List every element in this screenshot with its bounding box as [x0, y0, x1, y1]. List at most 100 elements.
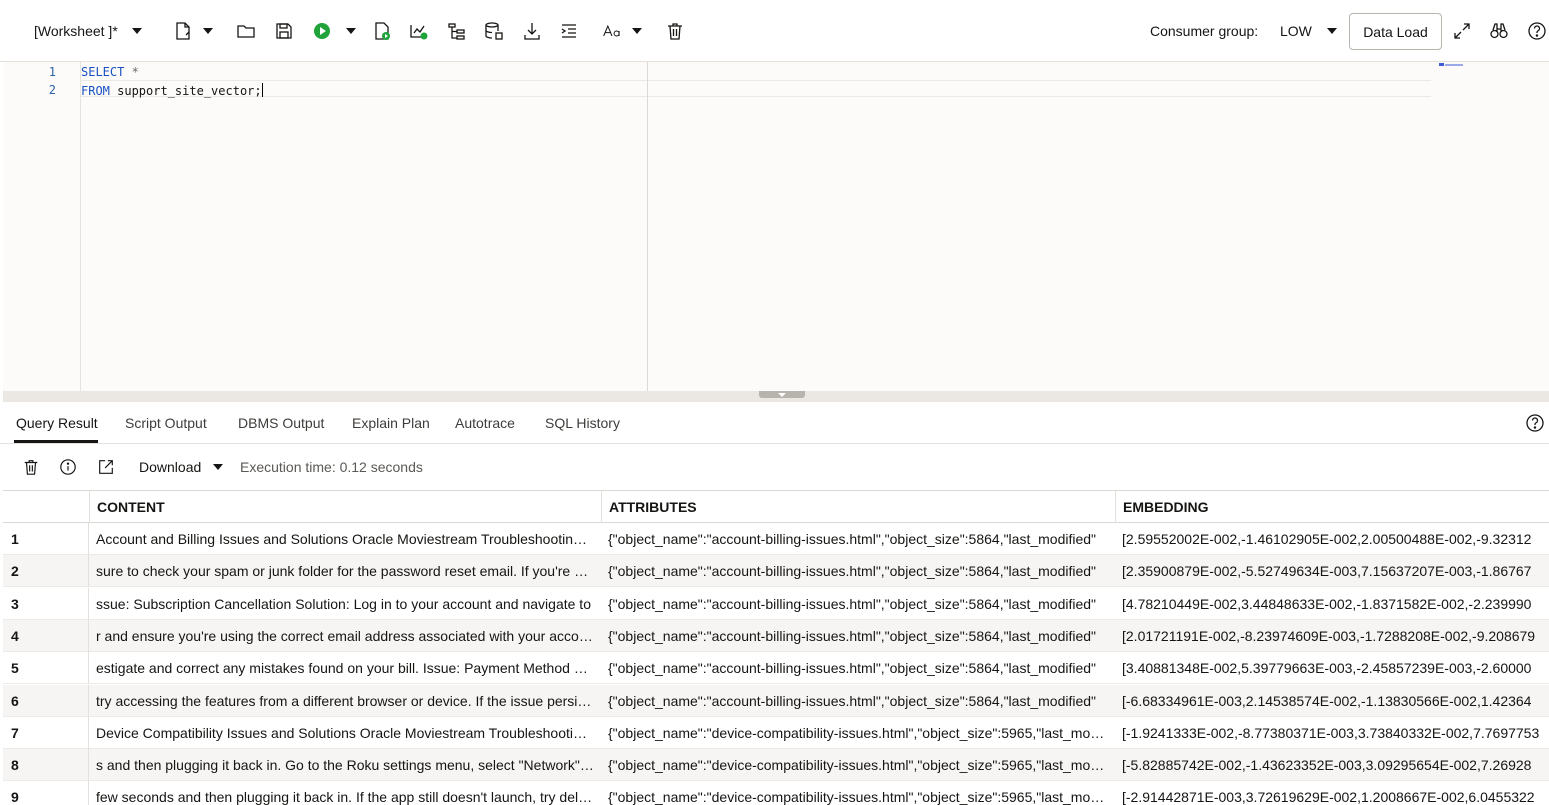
binoculars-icon[interactable] — [1488, 20, 1510, 42]
row-number-cell[interactable]: 3 — [3, 587, 89, 620]
pane-splitter[interactable] — [3, 391, 1549, 402]
table-row[interactable]: 2 sure to check your spam or junk folder … — [3, 555, 1549, 588]
row-number-cell-text: 8 — [11, 757, 19, 774]
row-number-cell[interactable]: 6 — [3, 684, 89, 717]
content-cell-text: sure to check your spam or junk folder f… — [96, 563, 594, 580]
chevron-down-icon[interactable] — [632, 28, 642, 34]
row-number-cell[interactable]: 4 — [3, 619, 89, 652]
content-cell[interactable]: estigate and correct any mistakes found … — [89, 652, 601, 684]
tab-explain-plan[interactable]: Explain Plan — [352, 402, 430, 444]
embedding-cell-text: [2.01721191E-002,-8.23974609E-003,-1.728… — [1122, 627, 1536, 644]
attributes-cell[interactable]: {"object_name":"device-compatibility-iss… — [601, 717, 1115, 749]
run-script-icon[interactable] — [371, 20, 393, 42]
table-row[interactable]: 7 Device Compatibility Issues and Solutio… — [3, 716, 1549, 749]
row-number-cell-text: 1 — [11, 531, 19, 547]
tab-dbms-output[interactable]: DBMS Output — [238, 402, 324, 444]
content-cell[interactable]: s and then plugging it back in. Go to th… — [89, 749, 601, 781]
content-cell-text: try accessing the features from a differ… — [96, 692, 594, 709]
splitter-handle[interactable] — [759, 391, 805, 398]
column-header-attributes[interactable]: ATTRIBUTES — [601, 491, 1116, 523]
sql-editor[interactable]: 1 2 SELECT * FROM support_site_vector; — [3, 62, 1549, 392]
help-icon[interactable] — [1526, 20, 1548, 42]
row-number-cell[interactable]: 2 — [3, 555, 89, 588]
attributes-cell-text: {"object_name":"account-billing-issues.h… — [608, 531, 1097, 547]
embedding-cell[interactable]: [-2.91442871E-003,3.72619629E-002,1.2008… — [1115, 781, 1549, 805]
tab-script-output[interactable]: Script Output — [125, 402, 207, 444]
expand-icon[interactable] — [1451, 20, 1473, 42]
worksheet-toolbar: [Worksheet ]* Consumer group: LOW Data L… — [0, 0, 1549, 62]
minimap[interactable] — [1439, 63, 1465, 67]
trash-icon[interactable] — [21, 457, 41, 477]
row-number-cell[interactable]: 9 — [3, 781, 89, 805]
attributes-cell[interactable]: {"object_name":"account-billing-issues.h… — [601, 685, 1115, 717]
table-row[interactable]: 4 r and ensure you're using the correct e… — [3, 619, 1549, 652]
content-cell[interactable]: Device Compatibility Issues and Solution… — [89, 717, 601, 749]
chevron-down-icon[interactable] — [1326, 28, 1337, 34]
folder-open-icon[interactable] — [235, 20, 257, 42]
sql-keyword: FROM — [81, 84, 110, 98]
attributes-cell[interactable]: {"object_name":"account-billing-issues.h… — [601, 588, 1115, 620]
content-cell[interactable]: r and ensure you're using the correct em… — [89, 620, 601, 652]
help-icon[interactable] — [1524, 412, 1546, 434]
embedding-cell[interactable]: [-5.82885742E-002,-1.43623352E-003,3.092… — [1115, 749, 1549, 781]
run-statement-icon[interactable] — [311, 20, 333, 42]
tab-sql-history[interactable]: SQL History — [545, 402, 620, 444]
content-cell-text: few seconds and then plugging it back in… — [96, 789, 594, 805]
open-external-icon[interactable] — [96, 457, 116, 477]
consumer-group-select[interactable]: LOW — [1280, 0, 1337, 62]
table-row[interactable]: 9 few seconds and then plugging it back i… — [3, 781, 1549, 805]
text-case-icon[interactable] — [600, 20, 624, 42]
download-dropdown[interactable]: Download — [139, 444, 224, 490]
attributes-cell[interactable]: {"object_name":"device-compatibility-iss… — [601, 781, 1115, 805]
chevron-down-icon[interactable] — [203, 28, 213, 34]
tab-query-result[interactable]: Query Result — [16, 402, 98, 444]
database-icon[interactable] — [483, 20, 505, 42]
attributes-cell[interactable]: {"object_name":"account-billing-issues.h… — [601, 652, 1115, 684]
chevron-down-icon[interactable] — [131, 28, 142, 34]
table-row[interactable]: 8 s and then plugging it back in. Go to t… — [3, 749, 1549, 782]
content-cell-text: r and ensure you're using the correct em… — [96, 627, 594, 644]
save-icon[interactable] — [273, 20, 295, 42]
embedding-cell[interactable]: [3.40881348E-002,5.39779663E-003,-2.4585… — [1115, 652, 1549, 684]
embedding-cell[interactable]: [-6.68334961E-003,2.14538574E-002,-1.138… — [1115, 685, 1549, 717]
download-icon[interactable] — [521, 20, 543, 42]
attributes-cell[interactable]: {"object_name":"account-billing-issues.h… — [601, 620, 1115, 652]
table-row[interactable]: 5 estigate and correct any mistakes found… — [3, 652, 1549, 685]
text-cursor — [261, 83, 263, 97]
table-row[interactable]: 6 try accessing the features from a diffe… — [3, 684, 1549, 717]
embedding-cell[interactable]: [2.59552002E-002,-1.46102905E-002,2.0050… — [1115, 523, 1549, 555]
new-worksheet-icon[interactable] — [172, 20, 194, 42]
table-row[interactable]: 3 ssue: Subscription Cancellation Solutio… — [3, 587, 1549, 620]
column-header-embedding[interactable]: EMBEDDING — [1115, 491, 1549, 523]
data-load-button[interactable]: Data Load — [1349, 13, 1442, 50]
content-cell[interactable]: sure to check your spam or junk folder f… — [89, 555, 601, 587]
trash-icon[interactable] — [664, 20, 686, 42]
attributes-cell[interactable]: {"object_name":"account-billing-issues.h… — [601, 523, 1115, 555]
chevron-down-icon[interactable] — [346, 28, 356, 34]
autotrace-icon[interactable] — [446, 20, 468, 42]
content-cell[interactable]: try accessing the features from a differ… — [89, 685, 601, 717]
embedding-cell[interactable]: [-1.9241333E-002,-8.77380371E-003,3.7384… — [1115, 717, 1549, 749]
table-row[interactable]: 1 Account and Billing Issues and Solution… — [3, 523, 1549, 555]
explain-plan-icon[interactable] — [408, 20, 430, 42]
row-number-cell[interactable]: 1 — [3, 523, 89, 555]
tab-autotrace[interactable]: Autotrace — [455, 402, 515, 444]
embedding-cell[interactable]: [4.78210449E-002,3.44848633E-002,-1.8371… — [1115, 588, 1549, 620]
content-cell[interactable]: ssue: Subscription Cancellation Solution… — [89, 588, 601, 620]
content-cell[interactable]: few seconds and then plugging it back in… — [89, 781, 601, 805]
row-number-cell[interactable]: 5 — [3, 652, 89, 685]
column-header-content[interactable]: CONTENT — [89, 491, 602, 523]
grid-header: CONTENT ATTRIBUTES EMBEDDING — [3, 491, 1549, 523]
row-number-cell[interactable]: 7 — [3, 716, 89, 749]
embedding-cell[interactable]: [2.35900879E-002,-5.52749634E-003,7.1563… — [1115, 555, 1549, 587]
row-number-cell[interactable]: 8 — [3, 749, 89, 782]
embedding-cell[interactable]: [2.01721191E-002,-8.23974609E-003,-1.728… — [1115, 620, 1549, 652]
active-tab-indicator — [14, 440, 98, 443]
attributes-cell[interactable]: {"object_name":"account-billing-issues.h… — [601, 555, 1115, 587]
worksheet-selector[interactable]: [Worksheet ]* — [34, 0, 142, 62]
chevron-down-icon[interactable] — [213, 464, 224, 470]
format-indent-icon[interactable] — [558, 20, 580, 42]
attributes-cell[interactable]: {"object_name":"device-compatibility-iss… — [601, 749, 1115, 781]
content-cell[interactable]: Account and Billing Issues and Solutions… — [89, 523, 601, 555]
info-icon[interactable] — [58, 457, 78, 477]
